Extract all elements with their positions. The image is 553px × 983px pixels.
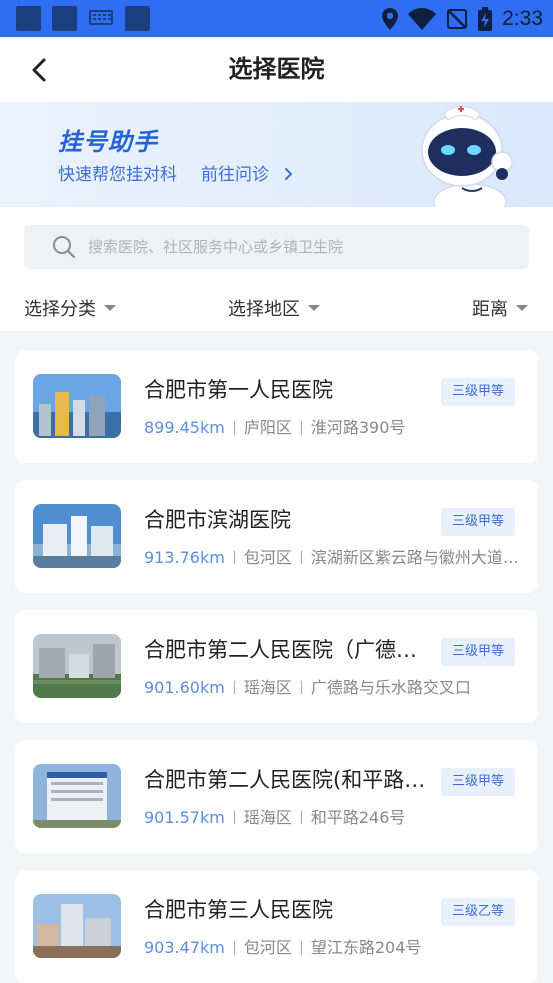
hospital-district: 包河区 <box>243 938 292 957</box>
notification-icon <box>16 6 41 31</box>
status-icons: 2:33 <box>382 0 543 37</box>
assistant-banner[interactable]: 挂号助手 快速帮您挂对科 前往问诊 <box>0 102 553 207</box>
hospital-name: 合肥市第二人民医院（广德路院区） <box>144 638 432 662</box>
hospital-card[interactable]: 合肥市第一人民医院 899.45km 庐阳区 淮河路390号 三级甲等 <box>15 350 538 463</box>
divider <box>233 941 235 954</box>
wifi-icon <box>408 7 437 30</box>
chevron-right-icon <box>285 168 293 180</box>
hospital-district: 包河区 <box>243 548 292 567</box>
hospital-meta: 901.57km 瑶海区 和平路246号 <box>144 804 524 828</box>
keyboard-icon <box>89 10 113 25</box>
hospital-address: 广德路与乐水路交叉口 <box>310 678 471 697</box>
divider <box>300 421 302 434</box>
caret-down-icon <box>104 305 116 311</box>
hospital-photo <box>33 634 121 698</box>
sort-filter-label: 距离 <box>472 299 508 320</box>
divider <box>300 681 302 694</box>
search-section: 选择分类 选择地区 距离 <box>0 207 553 331</box>
caret-down-icon <box>308 305 320 311</box>
category-filter[interactable]: 选择分类 <box>24 293 116 323</box>
divider <box>300 551 302 564</box>
divider <box>233 681 235 694</box>
hospital-card[interactable]: 合肥市滨湖医院 913.76km 包河区 滨湖新区紫云路与徽州大道交口 三级甲等 <box>15 480 538 593</box>
region-filter[interactable]: 选择地区 <box>228 293 320 323</box>
hospital-address: 望江东路204号 <box>310 938 422 957</box>
region-filter-label: 选择地区 <box>228 299 300 320</box>
hospital-distance: 899.45km <box>144 418 225 437</box>
hospital-photo <box>33 894 121 958</box>
hospital-level-badge: 三级乙等 <box>441 898 515 926</box>
hospital-level-badge: 三级甲等 <box>441 508 515 536</box>
hospital-address: 滨湖新区紫云路与徽州大道交口 <box>310 548 524 567</box>
divider <box>300 941 302 954</box>
hospital-photo <box>33 764 121 828</box>
hospital-card[interactable]: 合肥市第三人民医院 903.47km 包河区 望江东路204号 三级乙等 <box>15 870 538 983</box>
page-title: 选择医院 <box>228 55 325 83</box>
hospital-name: 合肥市滨湖医院 <box>144 508 291 532</box>
divider <box>233 421 235 434</box>
hospital-name: 合肥市第三人民医院 <box>144 898 333 922</box>
hospital-address: 淮河路390号 <box>310 418 406 437</box>
nav-bar: 选择医院 <box>0 37 553 102</box>
notification-icon <box>52 6 77 31</box>
hospital-level-badge: 三级甲等 <box>441 638 515 666</box>
hospital-district: 庐阳区 <box>243 418 292 437</box>
hospital-photo <box>33 374 121 438</box>
divider <box>233 551 235 564</box>
hospital-district: 瑶海区 <box>243 808 292 827</box>
hospital-level-badge: 三级甲等 <box>441 378 515 406</box>
divider <box>233 811 235 824</box>
no-signal-icon <box>447 8 468 29</box>
hospital-distance: 913.76km <box>144 548 225 567</box>
battery-charging-icon <box>478 6 493 31</box>
banner-subtitle: 快速帮您挂对科 <box>58 165 177 185</box>
banner-title: 挂号助手 <box>58 128 158 156</box>
search-icon <box>53 236 76 259</box>
hospital-meta: 913.76km 包河区 滨湖新区紫云路与徽州大道交口 <box>144 544 524 568</box>
category-filter-label: 选择分类 <box>24 299 96 320</box>
consult-link-label: 前往问诊 <box>201 165 269 185</box>
hospital-card[interactable]: 合肥市第二人民医院(和平路院区) 901.57km 瑶海区 和平路246号 三级甲等 <box>15 740 538 853</box>
hospital-distance: 901.57km <box>144 808 225 827</box>
search-box[interactable] <box>24 225 529 269</box>
hospital-district: 瑶海区 <box>243 678 292 697</box>
location-icon <box>382 7 399 30</box>
notification-icon <box>125 6 150 31</box>
robot-nurse-icon <box>421 106 513 207</box>
status-time: 2:33 <box>502 6 543 30</box>
hospital-meta: 899.45km 庐阳区 淮河路390号 <box>144 414 524 438</box>
hospital-meta: 903.47km 包河区 望江东路204号 <box>144 934 524 958</box>
hospital-card[interactable]: 合肥市第二人民医院（广德路院区） 901.60km 瑶海区广德路与乐水路交叉口 三… <box>15 610 538 723</box>
consult-link[interactable]: 前往问诊 <box>201 160 294 185</box>
sort-filter[interactable]: 距离 <box>472 293 528 323</box>
hospital-address: 和平路246号 <box>310 808 406 827</box>
hospital-distance: 901.60km <box>144 678 225 697</box>
caret-down-icon <box>516 305 528 311</box>
hospital-distance: 903.47km <box>144 938 225 957</box>
divider <box>300 811 302 824</box>
hospital-name: 合肥市第一人民医院 <box>144 378 333 402</box>
hospital-level-badge: 三级甲等 <box>441 768 515 796</box>
hospital-photo <box>33 504 121 568</box>
hospital-meta: 901.60km 瑶海区 广德路与乐水路交叉口 <box>144 674 524 698</box>
status-bar: 2:33 <box>0 0 553 37</box>
search-input[interactable] <box>88 225 518 269</box>
hospital-name: 合肥市第二人民医院(和平路院区) <box>144 768 432 792</box>
